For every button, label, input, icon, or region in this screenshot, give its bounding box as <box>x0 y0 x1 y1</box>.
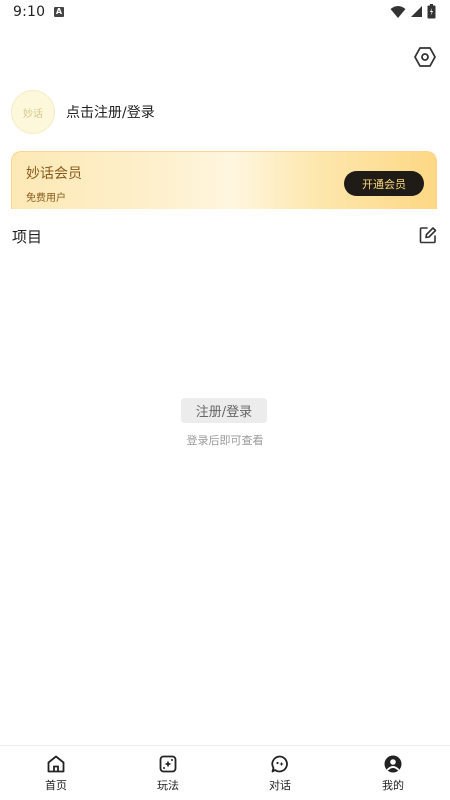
chat-icon <box>271 755 288 773</box>
dice-icon <box>159 755 177 773</box>
tab-home-label: 首页 <box>45 779 67 792</box>
status-bar: 9:10 A <box>0 0 450 26</box>
edit-projects-button[interactable] <box>418 225 438 245</box>
tab-play[interactable]: 玩法 <box>112 746 224 800</box>
bottom-tab-bar: 首页 玩法 对话 我的 <box>0 745 450 800</box>
tab-play-label: 玩法 <box>157 779 179 792</box>
login-link[interactable]: 点击注册/登录 <box>66 102 155 122</box>
profile-icon <box>384 755 402 773</box>
vip-status: 免费用户 <box>26 193 66 204</box>
home-icon <box>47 755 65 773</box>
status-time: 9:10 <box>13 4 46 20</box>
tab-me-label: 我的 <box>382 779 404 792</box>
vip-title: 妙话会员 <box>26 166 82 182</box>
vip-card[interactable]: 妙话会员 免费用户 开通会员 <box>11 151 437 209</box>
avatar[interactable]: 妙话 <box>11 90 55 134</box>
edit-icon <box>419 227 437 244</box>
settings-button[interactable] <box>413 45 437 69</box>
wifi-icon <box>390 5 406 18</box>
open-vip-button[interactable]: 开通会员 <box>344 171 424 196</box>
tab-me[interactable]: 我的 <box>337 746 449 800</box>
projects-title: 项目 <box>12 228 43 246</box>
settings-hexagon-icon <box>414 47 436 67</box>
signal-icon <box>411 6 422 17</box>
avatar-text: 妙话 <box>23 108 43 120</box>
empty-hint: 登录后即可查看 <box>186 434 264 447</box>
battery-icon <box>427 4 436 19</box>
empty-login-button[interactable]: 注册/登录 <box>181 398 267 423</box>
tab-chat-label: 对话 <box>269 779 291 792</box>
tab-chat[interactable]: 对话 <box>224 746 336 800</box>
tab-home[interactable]: 首页 <box>0 746 112 800</box>
notification-app-icon: A <box>54 7 64 17</box>
notification-app-letter: A <box>55 7 63 16</box>
status-icons <box>390 4 436 19</box>
